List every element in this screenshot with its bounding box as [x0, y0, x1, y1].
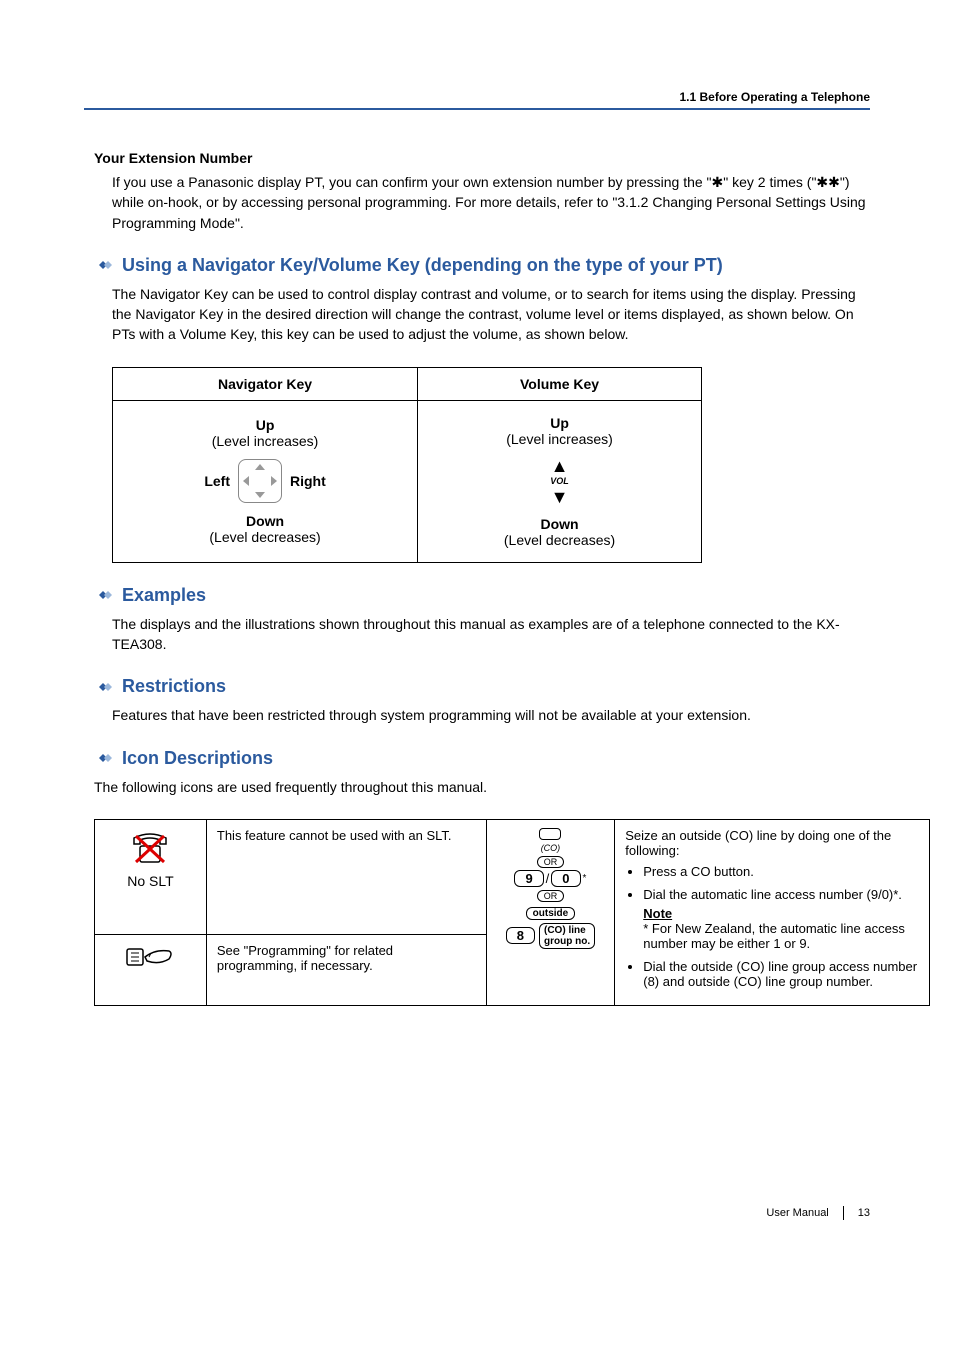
no-slt-icon-cell: No SLT: [95, 819, 207, 934]
navigator-body: The Navigator Key can be used to control…: [112, 284, 870, 345]
icons-section-title: Icon Descriptions: [94, 748, 870, 769]
volume-key-icon: ▲ VOL ▼: [430, 457, 689, 506]
co-button-icon: [539, 828, 561, 840]
diamond-icon: [94, 587, 114, 603]
no-slt-telephone-icon: [128, 828, 172, 868]
diamond-icon: [94, 679, 114, 695]
header-rule: [84, 108, 870, 110]
navigator-volume-table: Navigator Key Volume Key Up (Level incre…: [112, 367, 702, 563]
restrictions-section-title: Restrictions: [94, 676, 870, 697]
footer-page: 13: [858, 1207, 870, 1219]
programming-hand-icon: [125, 943, 175, 971]
extension-body: If you use a Panasonic display PT, you c…: [112, 172, 870, 233]
co-line-diagram: (CO) OR 9 / 0 * OR outside 8 (CO) line g…: [486, 819, 615, 1005]
footer-divider: [843, 1206, 844, 1220]
restrictions-body: Features that have been restricted throu…: [112, 705, 870, 725]
navigator-title: Using a Navigator Key/Volume Key (depend…: [122, 255, 723, 276]
icons-body: The following icons are used frequently …: [94, 777, 870, 797]
nav-col2-header: Volume Key: [418, 367, 702, 400]
examples-title: Examples: [122, 585, 206, 606]
restrictions-title: Restrictions: [122, 676, 226, 697]
nav-key-cell: Up (Level increases) Left Right Down (Le…: [113, 400, 418, 562]
page-footer: User Manual 13: [84, 1206, 870, 1220]
programming-desc: See "Programming" for related programmin…: [206, 935, 486, 1006]
icons-title: Icon Descriptions: [122, 748, 273, 769]
co-line-description: Seize an outside (CO) line by doing one …: [615, 819, 930, 1005]
examples-section-title: Examples: [94, 585, 870, 606]
no-slt-desc: This feature cannot be used with an SLT.: [206, 819, 486, 934]
footer-manual: User Manual: [766, 1207, 828, 1219]
programming-icon-cell: [95, 935, 207, 1006]
icon-descriptions-table: No SLT This feature cannot be used with …: [94, 819, 930, 1006]
no-slt-label: No SLT: [105, 873, 196, 889]
examples-body: The displays and the illustrations shown…: [112, 614, 870, 655]
volume-key-cell: Up (Level increases) ▲ VOL ▼ Down (Level…: [418, 400, 702, 562]
extension-heading: Your Extension Number: [94, 150, 870, 166]
breadcrumb: 1.1 Before Operating a Telephone: [84, 90, 870, 104]
navigator-section-title: Using a Navigator Key/Volume Key (depend…: [94, 255, 870, 276]
navigator-key-icon: [238, 459, 282, 503]
diamond-icon: [94, 257, 114, 273]
nav-col1-header: Navigator Key: [113, 367, 418, 400]
diamond-icon: [94, 750, 114, 766]
